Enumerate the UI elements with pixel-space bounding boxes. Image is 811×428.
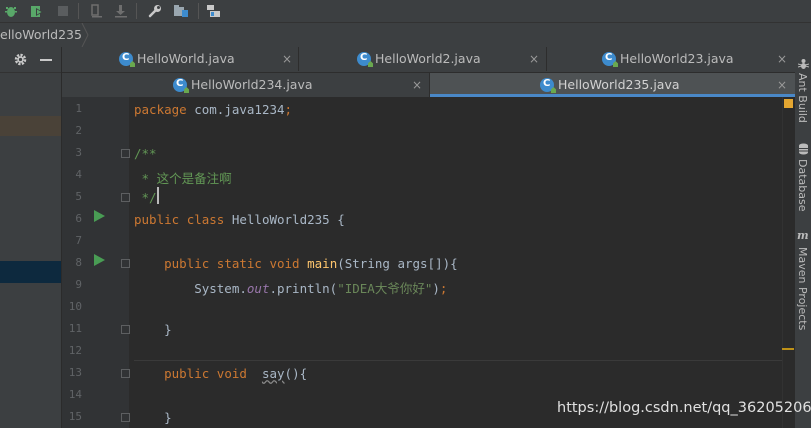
run-main-icon[interactable] — [94, 254, 105, 266]
tab-helloworld234[interactable]: C HelloWorld234.java × — [62, 73, 430, 97]
tab-label: HelloWorld23.java — [620, 51, 734, 66]
close-icon[interactable]: × — [412, 78, 422, 92]
toolbar-separator — [78, 3, 79, 19]
java-class-icon: C — [357, 52, 371, 66]
line-number: 3 — [75, 146, 82, 159]
line-number: 5 — [75, 190, 82, 203]
line-number: 6 — [75, 212, 82, 225]
fold-open-icon[interactable] — [121, 369, 130, 378]
database-tool-button[interactable]: Database — [796, 159, 809, 212]
toolbar-separator — [136, 3, 137, 19]
project-structure-icon[interactable] — [172, 2, 190, 20]
code-line[interactable]: System.out.println("IDEA大爷你好"); — [134, 278, 447, 297]
toolbar-separator — [198, 3, 199, 19]
tab-label: HelloWorld2.java — [375, 51, 481, 66]
tab-helloworld23[interactable]: C HelloWorld23.java × — [547, 47, 795, 71]
code-line[interactable]: public class HelloWorld235 { — [134, 212, 345, 227]
database-icon — [799, 143, 808, 155]
coverage-icon[interactable] — [28, 2, 46, 20]
project-tree-row-selected[interactable] — [0, 261, 61, 283]
editor-scrollbar[interactable] — [782, 97, 796, 428]
breadcrumb-class[interactable]: elloWorld235 — [0, 27, 82, 42]
java-class-icon: C — [173, 78, 187, 92]
line-number: 2 — [75, 124, 82, 137]
maven-projects-tool-button[interactable]: Maven Projects — [796, 247, 809, 330]
settings-wrench-icon[interactable] — [146, 2, 164, 20]
minimize-icon[interactable] — [40, 59, 52, 61]
watermark: https://blog.csdn.net/qq_36205206 — [557, 400, 811, 416]
tab-helloworld235[interactable]: C HelloWorld235.java × — [430, 73, 795, 97]
code-line[interactable]: } — [134, 322, 172, 337]
code-line[interactable]: public void say(){ — [134, 366, 307, 381]
text-caret — [157, 187, 159, 204]
breadcrumb-chevron-icon — [81, 23, 89, 47]
fold-open-icon[interactable] — [121, 149, 130, 158]
close-icon[interactable]: × — [282, 52, 292, 66]
debug-icon[interactable] — [2, 2, 20, 20]
close-icon[interactable]: × — [529, 52, 539, 66]
stop-icon[interactable] — [54, 2, 72, 20]
build-artifacts-icon[interactable] — [112, 2, 130, 20]
project-panel — [0, 47, 62, 428]
project-panel-header — [0, 47, 62, 73]
line-number: 8 — [75, 256, 82, 269]
tab-helloworld2[interactable]: C HelloWorld2.java × — [299, 47, 547, 71]
line-number: 1 — [75, 102, 82, 115]
line-number: 15 — [68, 410, 82, 423]
tab-row-2: C HelloWorld234.java × C HelloWorld235.j… — [62, 72, 795, 97]
line-number: 14 — [68, 388, 82, 401]
ant-icon — [798, 59, 809, 69]
gear-icon[interactable] — [14, 53, 27, 66]
line-number: 12 — [68, 344, 82, 357]
fold-close-icon[interactable] — [121, 193, 130, 202]
maven-icon: m — [797, 229, 809, 242]
java-class-icon: C — [602, 52, 616, 66]
line-number: 9 — [75, 278, 82, 291]
line-number: 7 — [75, 234, 82, 247]
code-line[interactable]: */ — [134, 190, 157, 205]
fold-close-icon[interactable] — [121, 325, 130, 334]
inspection-status-icon[interactable] — [784, 99, 793, 108]
tab-row-1: C HelloWorld.java × C HelloWorld2.java ×… — [62, 47, 795, 71]
navigation-bar: elloWorld235 — [0, 22, 811, 48]
tab-label: HelloWorld235.java — [558, 77, 680, 92]
java-class-icon: C — [119, 52, 133, 66]
code-line[interactable]: package com.java1234; — [134, 102, 292, 117]
tab-label: HelloWorld234.java — [191, 77, 313, 92]
close-icon[interactable]: × — [777, 78, 787, 92]
close-icon[interactable]: × — [777, 52, 787, 66]
code-line[interactable]: * 这个是备注啊 — [134, 168, 232, 187]
run-class-icon[interactable] — [94, 210, 105, 222]
tab-label: HelloWorld.java — [137, 51, 235, 66]
fold-open-icon[interactable] — [121, 259, 130, 268]
ant-build-tool-button[interactable]: Ant Build — [796, 73, 809, 123]
code-line[interactable]: } — [134, 410, 172, 425]
main-toolbar — [0, 0, 811, 22]
sdk-icon[interactable] — [205, 2, 223, 20]
tab-helloworld[interactable]: C HelloWorld.java × — [62, 47, 299, 71]
project-tree-row-highlight[interactable] — [0, 116, 61, 136]
build-icon[interactable] — [88, 2, 106, 20]
line-number: 4 — [75, 168, 82, 181]
method-separator — [134, 360, 782, 361]
line-number: 11 — [68, 322, 82, 335]
line-number: 13 — [68, 366, 82, 379]
java-class-icon: C — [540, 78, 554, 92]
code-line[interactable]: /** — [134, 146, 157, 161]
line-number: 10 — [68, 300, 82, 313]
code-line[interactable]: public static void main(String args[]){ — [134, 256, 458, 271]
fold-close-icon[interactable] — [121, 413, 130, 422]
right-tool-strip: Ant Build Database m Maven Projects — [795, 47, 811, 428]
editor-tabs: C HelloWorld.java × C HelloWorld2.java ×… — [62, 47, 795, 97]
warning-marker[interactable] — [782, 348, 794, 350]
